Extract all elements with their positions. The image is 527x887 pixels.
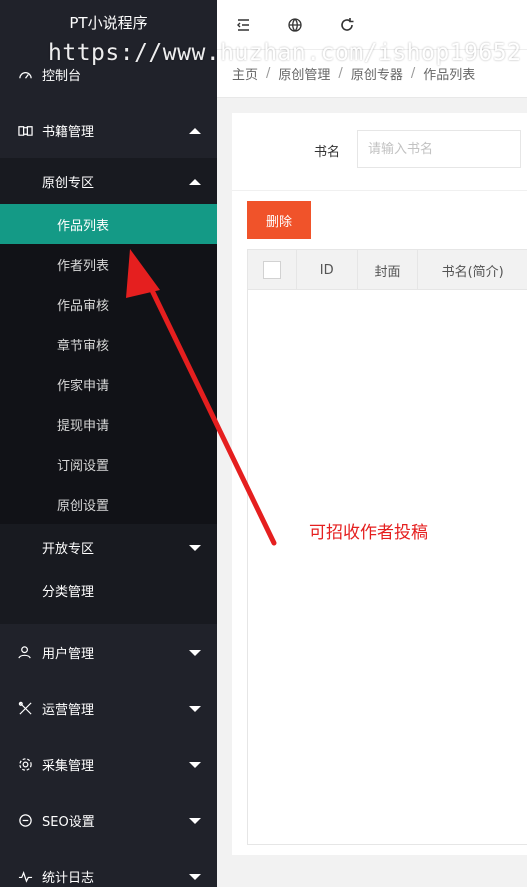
sidebar-item-label: 用户管理 xyxy=(42,646,95,662)
sidebar-item-users[interactable]: 用户管理 xyxy=(0,624,217,680)
tools-icon xyxy=(16,699,34,717)
table-header-cover: 封面 xyxy=(358,250,419,290)
watermark-text: https://www.huzhan.com/ishop19652 xyxy=(48,40,522,66)
chevron-up-icon xyxy=(189,179,201,185)
chevron-down-icon xyxy=(189,545,201,551)
gauge-icon xyxy=(16,65,34,83)
user-icon xyxy=(16,643,34,661)
book-icon xyxy=(16,121,34,139)
chevron-down-icon xyxy=(189,762,201,768)
pulse-icon xyxy=(16,867,34,885)
sidebar-item-operations[interactable]: 运营管理 xyxy=(0,680,217,736)
table-header-book-name: 书名(简介) xyxy=(441,264,504,280)
sidebar-item-label: 书籍管理 xyxy=(42,124,95,140)
breadcrumb-separator: / xyxy=(410,66,416,81)
seo-icon xyxy=(16,811,34,829)
globe-icon xyxy=(288,17,302,32)
refresh-icon xyxy=(341,17,354,31)
search-form: 书名 xyxy=(232,113,527,191)
chevron-down-icon xyxy=(189,874,201,880)
sidebar-item-label: 开放专区 xyxy=(42,541,95,557)
submenu-books: 原创专区 作品列表 作者列表 作品审核 章节审核 作家申请 提现申请 订阅设置 … xyxy=(0,158,217,624)
sidebar-item-original[interactable]: 原创专区 xyxy=(0,158,217,204)
sidebar-item-label: 运营管理 xyxy=(42,702,95,718)
annotation-text: 可招收作者投稿 xyxy=(309,523,428,543)
sidebar-item-label: 原创专区 xyxy=(42,175,95,191)
sidebar-item-label: 采集管理 xyxy=(42,758,95,774)
sidebar-item-label: SEO设置 xyxy=(42,814,95,830)
sidebar-item-open-zone[interactable]: 开放专区 xyxy=(0,524,217,570)
sidebar-item-works-review[interactable]: 作品审核 xyxy=(0,284,217,324)
sidebar-item-original-settings[interactable]: 原创设置 xyxy=(0,484,217,524)
select-all-checkbox[interactable] xyxy=(262,261,281,279)
submenu-original: 作品列表 作者列表 作品审核 章节审核 作家申请 提现申请 订阅设置 原创设置 xyxy=(0,204,217,524)
breadcrumb-separator: / xyxy=(338,66,343,81)
breadcrumb-current: 作品列表 xyxy=(423,68,476,83)
content-card: 书名 删除 ID 封面 书名(简介) xyxy=(232,113,527,855)
table-header: ID 封面 书名(简介) xyxy=(248,250,527,290)
menu-fold-icon xyxy=(237,18,249,31)
breadcrumb-separator: / xyxy=(266,66,271,81)
table-header-id[interactable]: ID xyxy=(297,250,358,290)
breadcrumb-item[interactable]: 原创管理 xyxy=(278,64,330,83)
sidebar-item-writer-apply[interactable]: 作家申请 xyxy=(0,364,217,404)
search-label: 书名 xyxy=(314,145,341,160)
breadcrumb-item[interactable]: 原创专器 xyxy=(351,64,403,83)
sidebar-item-label: 控制台 xyxy=(42,68,82,84)
sidebar-item-withdraw-apply[interactable]: 提现申请 xyxy=(0,404,217,444)
sidebar-item-stats[interactable]: 统计日志 xyxy=(0,848,217,887)
sidebar-item-chapter-review[interactable]: 章节审核 xyxy=(0,324,217,364)
chevron-down-icon xyxy=(189,706,201,712)
sidebar-item-books[interactable]: 书籍管理 xyxy=(0,102,217,158)
sidebar-item-authors-list[interactable]: 作者列表 xyxy=(0,244,217,284)
delete-button[interactable]: 删除 xyxy=(247,201,311,239)
breadcrumb-home[interactable]: 主页 xyxy=(232,64,258,83)
gear-icon xyxy=(16,755,34,773)
sidebar-item-seo[interactable]: SEO设置 xyxy=(0,792,217,848)
sidebar-item-works-list[interactable]: 作品列表 xyxy=(0,204,217,244)
sidebar: PT小说程序 控制台 书籍管理 原创专区 作品列表 作者列表 作品审核 章节审核… xyxy=(0,0,217,887)
table-header-checkbox-cell xyxy=(248,250,297,290)
chevron-down-icon xyxy=(189,650,201,656)
sidebar-item-collect[interactable]: 采集管理 xyxy=(0,736,217,792)
sidebar-item-category[interactable]: 分类管理 xyxy=(0,570,217,610)
book-name-input[interactable] xyxy=(357,130,521,168)
chevron-up-icon xyxy=(189,128,201,134)
works-table: ID 封面 书名(简介) xyxy=(247,249,527,845)
sidebar-item-subscribe-settings[interactable]: 订阅设置 xyxy=(0,444,217,484)
sidebar-item-label: 统计日志 xyxy=(42,870,95,886)
chevron-down-icon xyxy=(189,818,201,824)
